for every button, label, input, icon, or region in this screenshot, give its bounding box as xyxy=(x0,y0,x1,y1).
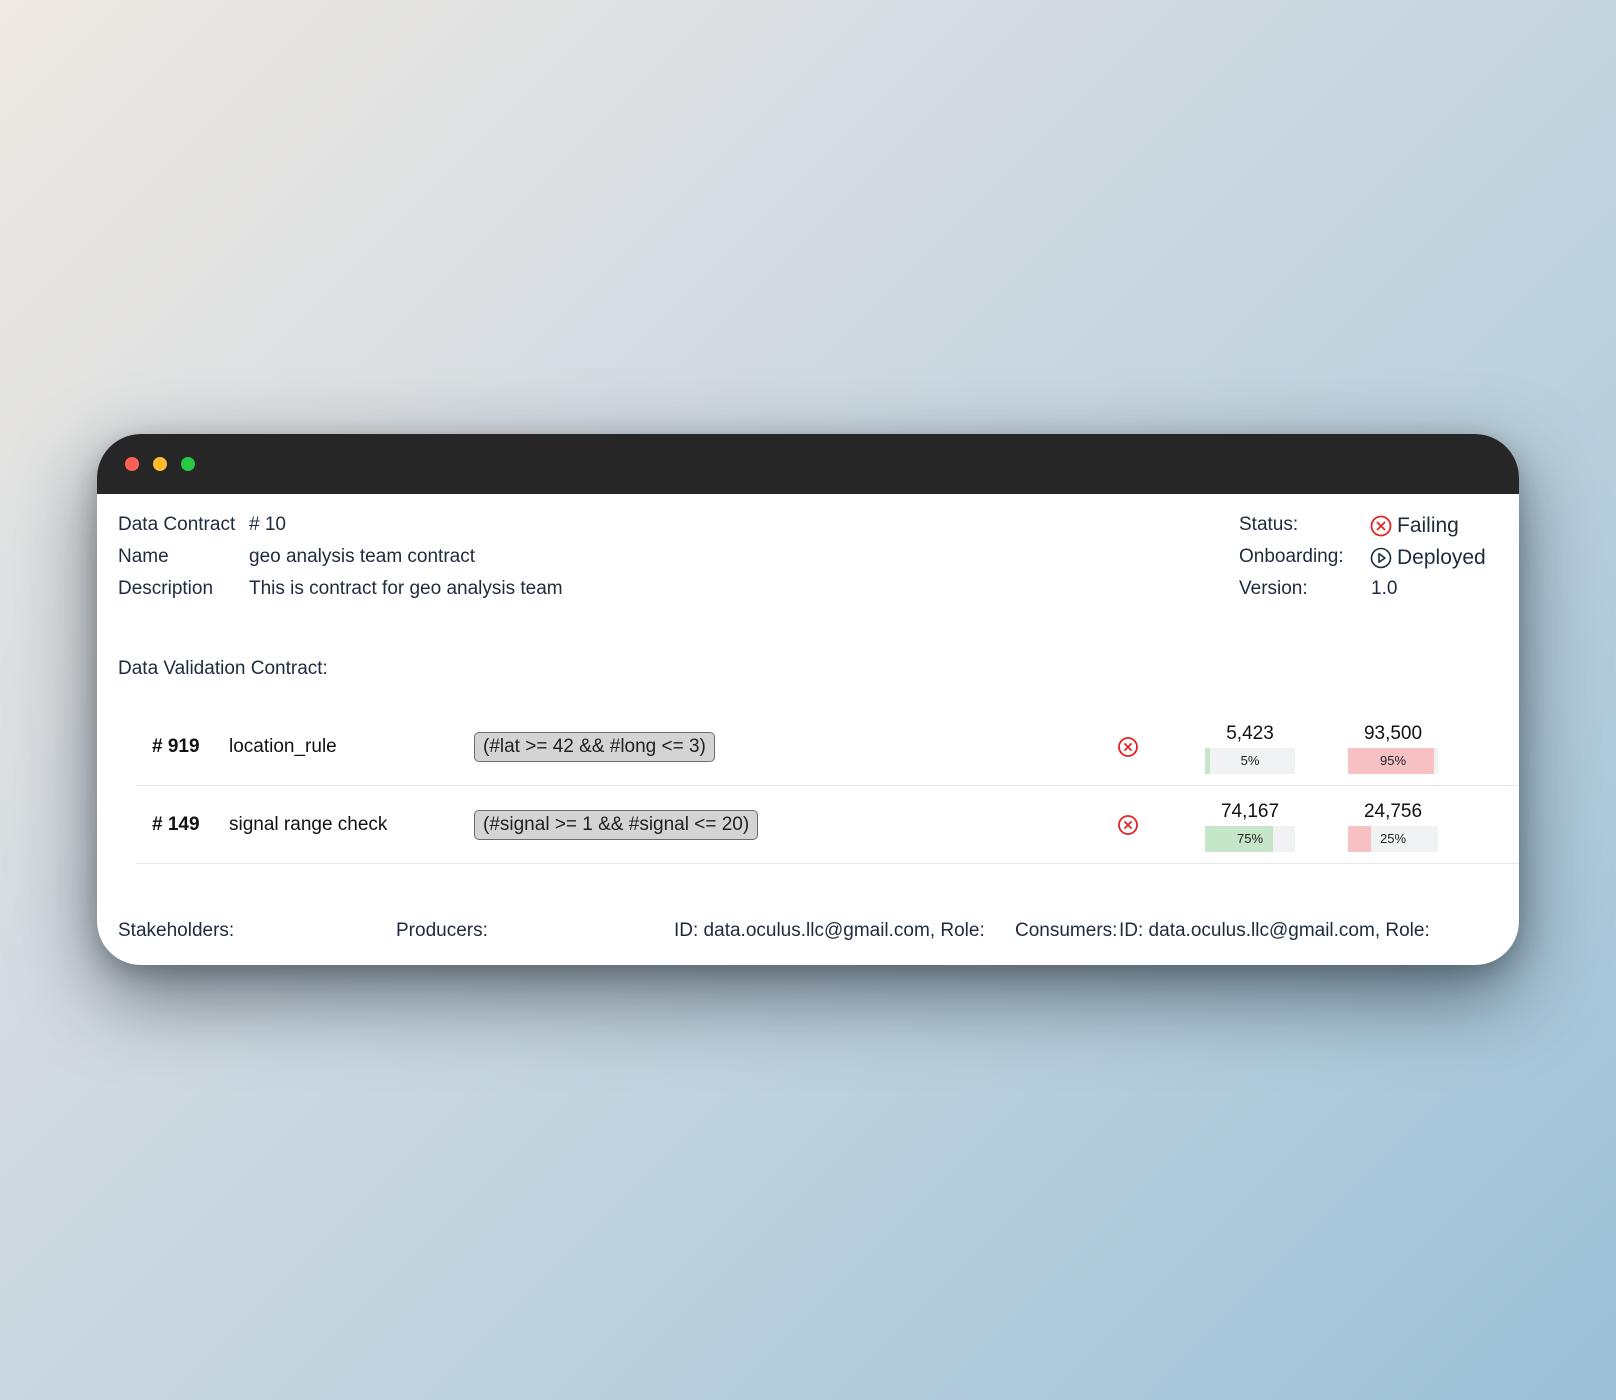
onboarding-label: Onboarding: xyxy=(1239,546,1344,567)
row-divider xyxy=(136,785,1519,786)
failing-x-circle-icon xyxy=(1118,737,1138,757)
passed-percent: 75% xyxy=(1236,831,1264,846)
failed-count: 93,500 xyxy=(1363,723,1423,744)
rule-name: location_rule xyxy=(229,736,337,757)
passed-count: 74,167 xyxy=(1220,801,1280,822)
stakeholders-label: Stakeholders: xyxy=(118,920,235,941)
play-circle-icon xyxy=(1370,547,1392,569)
row-divider xyxy=(136,863,1519,864)
rule-id: # 149 xyxy=(152,814,200,835)
failing-x-circle-icon xyxy=(1370,515,1392,537)
validation-section-label: Data Validation Contract: xyxy=(118,658,328,679)
passed-bar: 5% xyxy=(1205,748,1295,774)
rule-expression: (#lat >= 42 && #long <= 3) xyxy=(474,732,715,762)
failed-bar: 25% xyxy=(1348,826,1438,852)
passed-bar: 75% xyxy=(1205,826,1295,852)
passed-count: 5,423 xyxy=(1226,723,1274,744)
rule-name: signal range check xyxy=(229,814,388,835)
rule-expression: (#signal >= 1 && #signal <= 20) xyxy=(474,810,759,840)
onboarding-value: Deployed xyxy=(1397,546,1486,569)
contract-number: # 10 xyxy=(249,514,286,535)
producers-label: Producers: xyxy=(396,920,488,941)
maximize-window-button[interactable] xyxy=(181,457,195,471)
failed-percent: 95% xyxy=(1379,753,1407,768)
consumers-value: ID: data.oculus.llc@gmail.com, Role: xyxy=(1119,920,1430,941)
contract-description-label: Description xyxy=(118,578,214,599)
contract-name-value: geo analysis team contract xyxy=(249,546,476,567)
rule-id: # 919 xyxy=(152,736,200,757)
failing-x-circle-icon xyxy=(1118,815,1138,835)
failed-bar: 95% xyxy=(1348,748,1438,774)
close-window-button[interactable] xyxy=(125,457,139,471)
failed-percent: 25% xyxy=(1379,831,1407,846)
contract-description-value: This is contract for geo analysis team xyxy=(249,578,563,599)
contract-title-label: Data Contract xyxy=(118,514,236,535)
app-window: Data Contract # 10 Name geo analysis tea… xyxy=(97,434,1519,965)
status-label: Status: xyxy=(1239,514,1299,535)
minimize-window-button[interactable] xyxy=(153,457,167,471)
producers-value: ID: data.oculus.llc@gmail.com, Role: xyxy=(674,920,985,941)
contract-name-label: Name xyxy=(118,546,169,567)
status-value: Failing xyxy=(1397,514,1459,537)
consumers-label: Consumers: xyxy=(1015,920,1118,941)
failed-count: 24,756 xyxy=(1363,801,1423,822)
passed-percent: 5% xyxy=(1240,753,1260,768)
version-value: 1.0 xyxy=(1371,578,1398,599)
version-label: Version: xyxy=(1239,578,1308,599)
title-bar xyxy=(97,434,1519,494)
